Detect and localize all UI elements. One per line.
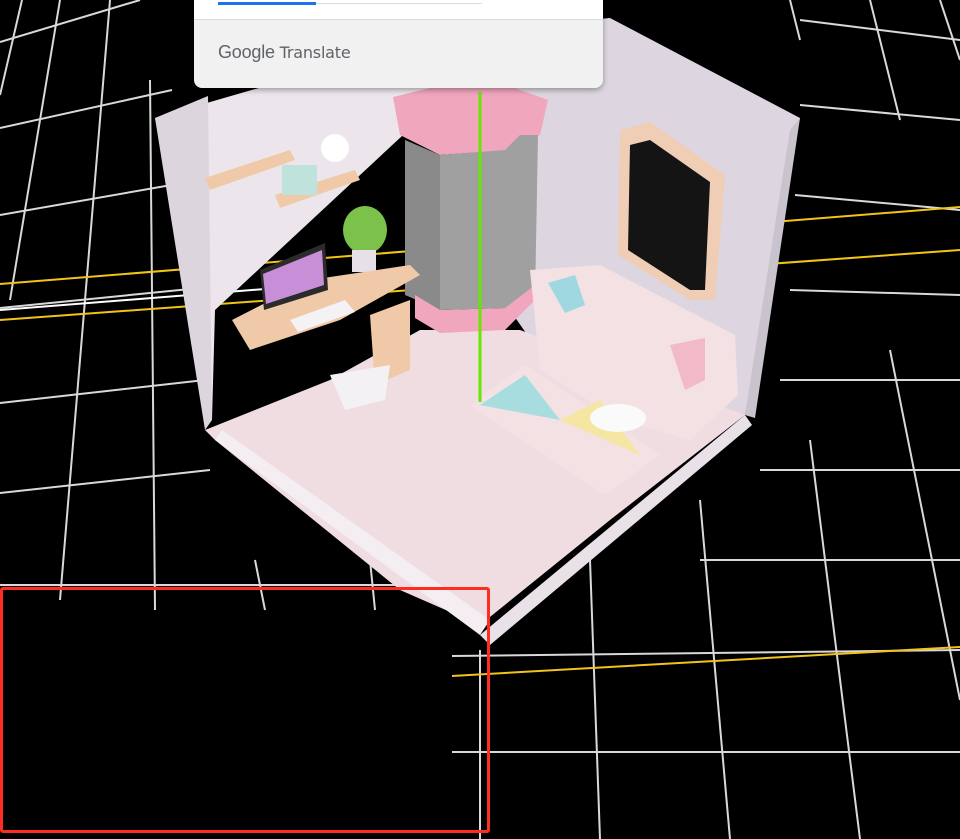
google-translate-logo[interactable]: Google Translate (218, 42, 351, 63)
room-model[interactable] (155, 18, 800, 645)
selection-rectangle (0, 587, 490, 833)
coffee-table (590, 404, 646, 432)
translate-wordmark: Translate (279, 43, 351, 62)
translate-progress-bar (218, 2, 316, 5)
google-wordmark: Google (218, 42, 275, 62)
x-axis-line-front (451, 646, 960, 677)
column-side-left (405, 140, 440, 310)
translate-progress-track (218, 2, 482, 5)
left-wall-edge (155, 96, 212, 430)
translate-popup-header (194, 0, 603, 20)
plant (343, 206, 387, 272)
storage-box (282, 165, 317, 195)
lamp (321, 134, 349, 162)
translate-popup: Google Translate (194, 0, 603, 88)
column-face (440, 135, 538, 310)
